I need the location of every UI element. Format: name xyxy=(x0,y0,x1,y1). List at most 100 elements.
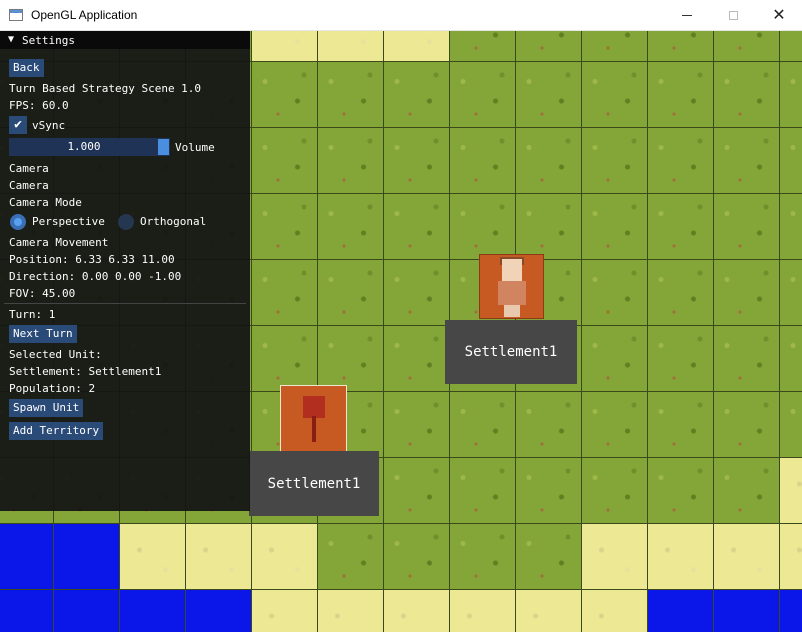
map-tile-grass[interactable] xyxy=(582,260,648,326)
map-tile-grass[interactable] xyxy=(648,62,714,128)
map-tile-water[interactable] xyxy=(54,590,120,632)
map-tile-grass[interactable] xyxy=(450,194,516,260)
map-tile-sand[interactable] xyxy=(384,31,450,62)
map-tile-grass[interactable] xyxy=(450,524,516,590)
map-tile-grass[interactable] xyxy=(252,260,318,326)
back-button[interactable]: Back xyxy=(9,59,44,77)
spawn-unit-button[interactable]: Spawn Unit xyxy=(9,399,84,417)
map-tile-grass[interactable] xyxy=(648,128,714,194)
collapse-arrow-icon[interactable]: ▼ xyxy=(8,34,14,45)
map-tile-grass[interactable] xyxy=(516,62,582,128)
map-tile-sand[interactable] xyxy=(780,458,802,524)
map-tile-grass[interactable] xyxy=(384,326,450,392)
map-tile-grass[interactable] xyxy=(252,128,318,194)
map-tile-grass[interactable] xyxy=(450,392,516,458)
map-tile-sand[interactable] xyxy=(384,590,450,632)
map-tile-grass[interactable] xyxy=(450,31,516,62)
map-tile-sand[interactable] xyxy=(252,590,318,632)
map-tile-grass[interactable] xyxy=(450,458,516,524)
map-tile-grass[interactable] xyxy=(780,326,802,392)
minimize-button[interactable] xyxy=(664,0,710,30)
map-tile-grass[interactable] xyxy=(252,326,318,392)
map-tile-sand[interactable] xyxy=(450,590,516,632)
map-tile-grass[interactable] xyxy=(582,128,648,194)
map-tile-grass[interactable] xyxy=(714,62,780,128)
map-tile-grass[interactable] xyxy=(582,392,648,458)
map-tile-grass[interactable] xyxy=(582,458,648,524)
map-tile-grass[interactable] xyxy=(516,458,582,524)
map-tile-grass[interactable] xyxy=(714,31,780,62)
map-tile-sand[interactable] xyxy=(120,524,186,590)
map-tile-sand[interactable] xyxy=(582,524,648,590)
vsync-checkbox[interactable]: ✔ xyxy=(9,116,27,134)
map-tile-grass[interactable] xyxy=(582,194,648,260)
map-tile-grass[interactable] xyxy=(450,128,516,194)
map-tile-grass[interactable] xyxy=(714,326,780,392)
map-tile-sand[interactable] xyxy=(516,590,582,632)
maximize-button[interactable] xyxy=(710,0,756,30)
map-tile-sand[interactable] xyxy=(780,524,802,590)
map-tile-grass[interactable] xyxy=(318,524,384,590)
perspective-radio[interactable] xyxy=(10,214,26,230)
perspective-label[interactable]: Perspective xyxy=(32,215,105,228)
map-tile-grass[interactable] xyxy=(714,392,780,458)
map-tile-grass[interactable] xyxy=(384,128,450,194)
map-tile-grass[interactable] xyxy=(318,260,384,326)
map-tile-sand[interactable] xyxy=(318,590,384,632)
map-tile-grass[interactable] xyxy=(252,194,318,260)
map-tile-grass[interactable] xyxy=(780,392,802,458)
map-tile-grass[interactable] xyxy=(648,194,714,260)
map-tile-grass[interactable] xyxy=(648,31,714,62)
map-tile-sand[interactable] xyxy=(318,31,384,62)
unit-villager[interactable] xyxy=(479,254,544,319)
map-tile-sand[interactable] xyxy=(252,524,318,590)
map-tile-grass[interactable] xyxy=(582,31,648,62)
map-tile-grass[interactable] xyxy=(780,128,802,194)
map-tile-grass[interactable] xyxy=(318,326,384,392)
map-tile-grass[interactable] xyxy=(648,392,714,458)
map-tile-grass[interactable] xyxy=(714,458,780,524)
map-tile-grass[interactable] xyxy=(384,62,450,128)
map-tile-grass[interactable] xyxy=(516,31,582,62)
map-tile-grass[interactable] xyxy=(780,260,802,326)
unit-settlement[interactable] xyxy=(280,385,347,452)
map-tile-grass[interactable] xyxy=(582,62,648,128)
map-tile-grass[interactable] xyxy=(714,194,780,260)
map-tile-grass[interactable] xyxy=(384,194,450,260)
map-tile-grass[interactable] xyxy=(780,62,802,128)
map-tile-water[interactable] xyxy=(0,524,54,590)
close-button[interactable]: ✕ xyxy=(756,0,802,30)
add-territory-button[interactable]: Add Territory xyxy=(9,422,104,440)
map-tile-water[interactable] xyxy=(714,590,780,632)
map-tile-water[interactable] xyxy=(186,590,252,632)
map-tile-grass[interactable] xyxy=(780,31,802,62)
orthogonal-radio[interactable] xyxy=(118,214,134,230)
slider-grab-handle[interactable] xyxy=(158,139,169,155)
map-tile-grass[interactable] xyxy=(384,392,450,458)
settings-header[interactable]: ▼ Settings xyxy=(0,31,250,49)
map-tile-grass[interactable] xyxy=(648,326,714,392)
next-turn-button[interactable]: Next Turn xyxy=(9,325,77,343)
map-tile-sand[interactable] xyxy=(714,524,780,590)
map-tile-grass[interactable] xyxy=(516,392,582,458)
map-tile-grass[interactable] xyxy=(384,524,450,590)
map-tile-grass[interactable] xyxy=(318,62,384,128)
map-tile-grass[interactable] xyxy=(516,128,582,194)
map-tile-grass[interactable] xyxy=(384,458,450,524)
orthogonal-label[interactable]: Orthogonal xyxy=(140,215,206,228)
map-tile-water[interactable] xyxy=(54,524,120,590)
map-tile-water[interactable] xyxy=(120,590,186,632)
map-tile-grass[interactable] xyxy=(714,260,780,326)
map-tile-grass[interactable] xyxy=(450,62,516,128)
map-tile-grass[interactable] xyxy=(252,62,318,128)
map-tile-water[interactable] xyxy=(648,590,714,632)
map-tile-grass[interactable] xyxy=(384,260,450,326)
map-tile-grass[interactable] xyxy=(516,194,582,260)
map-tile-sand[interactable] xyxy=(252,31,318,62)
map-tile-water[interactable] xyxy=(780,590,802,632)
map-tile-sand[interactable] xyxy=(186,524,252,590)
map-tile-grass[interactable] xyxy=(714,128,780,194)
map-tile-grass[interactable] xyxy=(780,194,802,260)
map-tile-water[interactable] xyxy=(0,590,54,632)
map-tile-grass[interactable] xyxy=(648,260,714,326)
